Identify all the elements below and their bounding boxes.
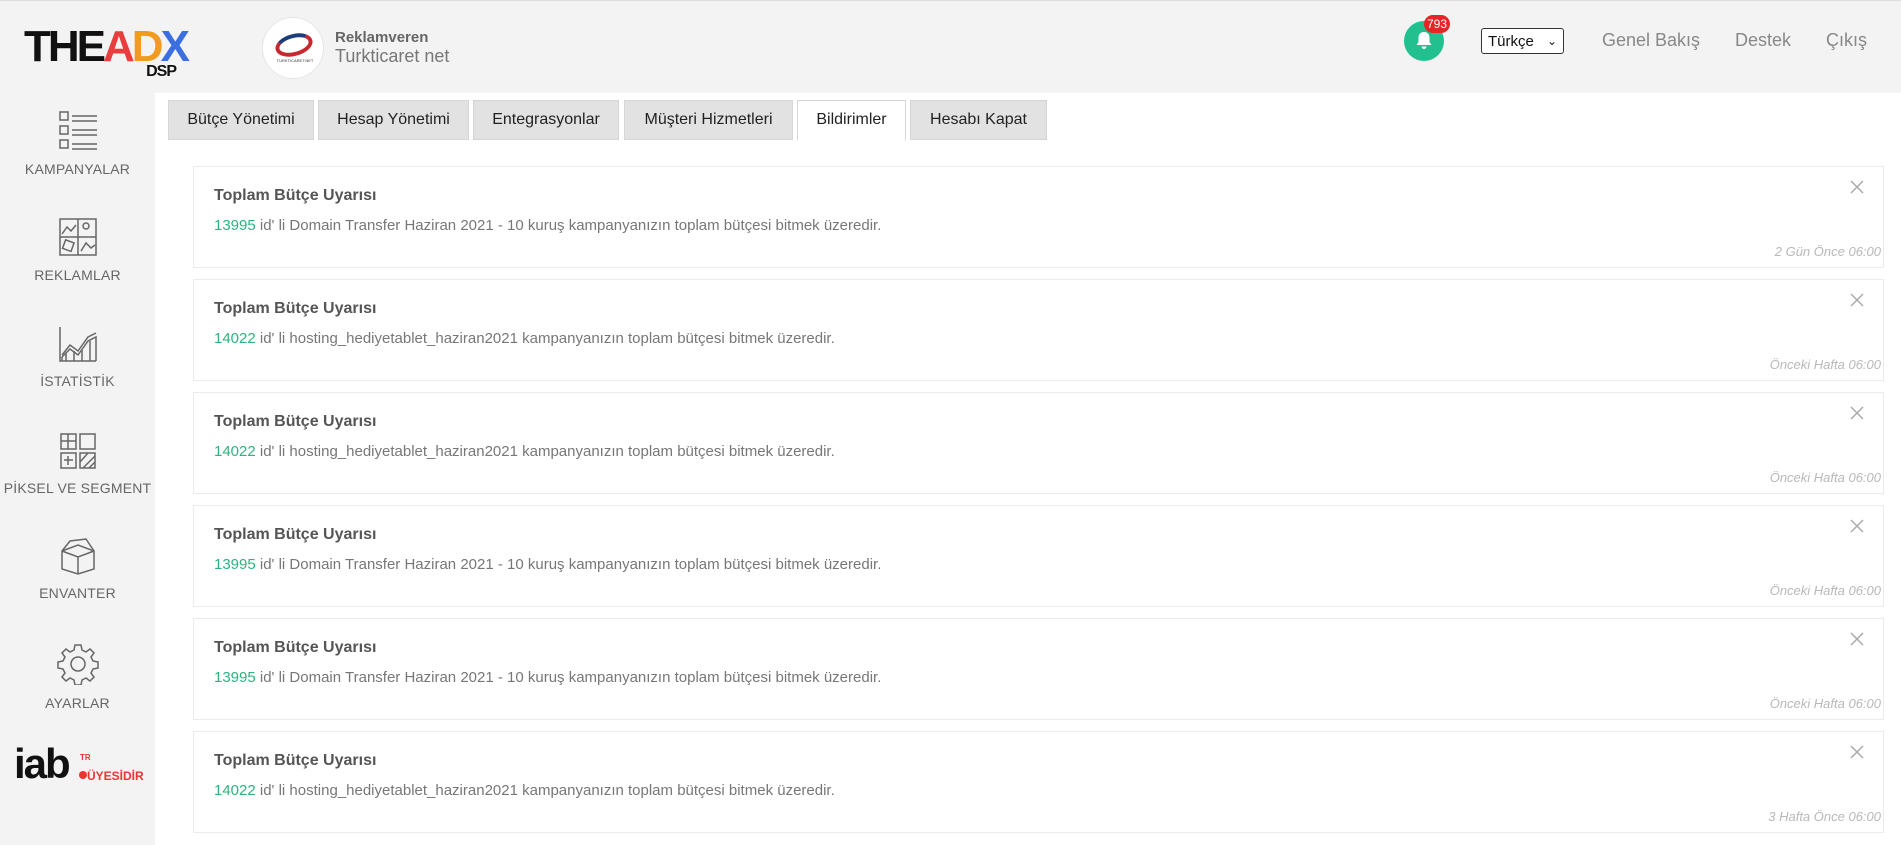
- iab-word: iab: [14, 740, 71, 787]
- notification-card: Toplam Bütçe Uyarısı 14022 id' li hostin…: [193, 392, 1884, 494]
- notification-time: 3 Hafta Önce 06:00: [1768, 809, 1881, 824]
- notification-text: id' li hosting_hediyetablet_haziran2021 …: [255, 330, 835, 347]
- sidebar-item-inventory[interactable]: ENVANTER: [0, 537, 155, 601]
- notification-time: 2 Gün Önce 06:00: [1774, 244, 1881, 259]
- sidebar: KAMPANYALAR REKLAMLAR İSTATİSTİK PİKSEL …: [0, 93, 155, 845]
- notification-message: 14022 id' li hosting_hediyetablet_hazira…: [214, 330, 835, 347]
- theadx-logo[interactable]: THEADX DSP: [24, 25, 204, 81]
- campaign-id-link[interactable]: 13995: [214, 669, 256, 686]
- close-icon[interactable]: [1849, 518, 1865, 534]
- close-icon[interactable]: [1849, 744, 1865, 760]
- sidebar-item-label: REKLAMLAR: [34, 267, 121, 283]
- notification-text: id' li Domain Transfer Haziran 2021 - 10…: [255, 217, 882, 234]
- pixel-segment-icon: [59, 433, 96, 469]
- advertiser-avatar: TURKTICARET.NET: [262, 17, 324, 79]
- notification-title: Toplam Bütçe Uyarısı: [214, 639, 377, 656]
- tab-notifications[interactable]: Bildirimler: [797, 100, 906, 141]
- close-icon[interactable]: [1849, 292, 1865, 308]
- notification-card: Toplam Bütçe Uyarısı 14022 id' li hostin…: [193, 279, 1884, 381]
- notification-time: Önceki Hafta 06:00: [1769, 583, 1881, 598]
- campaign-id-link[interactable]: 13995: [214, 217, 256, 234]
- box-icon: [60, 538, 95, 575]
- notification-card: Toplam Bütçe Uyarısı 13995 id' li Domain…: [193, 505, 1884, 607]
- notification-title: Toplam Bütçe Uyarısı: [214, 300, 377, 317]
- notification-time: Önceki Hafta 06:00: [1769, 470, 1881, 485]
- notification-text: id' li hosting_hediyetablet_haziran2021 …: [255, 443, 835, 460]
- close-icon[interactable]: [1849, 631, 1865, 647]
- sidebar-item-label: ENVANTER: [39, 585, 116, 601]
- notification-text: id' li Domain Transfer Haziran 2021 - 10…: [255, 669, 882, 686]
- advertiser-label: Reklamveren: [335, 29, 429, 46]
- chevron-down-icon: ⌄: [1546, 34, 1557, 48]
- iab-member-text: ÜYESİDİR: [87, 769, 144, 783]
- nav-logout-link[interactable]: Çıkış: [1826, 30, 1867, 51]
- notification-time: Önceki Hafta 06:00: [1769, 357, 1881, 372]
- iab-member-logo: iab TR ÜYESİDİR: [14, 743, 144, 793]
- bell-icon: [1416, 32, 1432, 49]
- notification-count-badge: 793: [1424, 15, 1451, 33]
- advertiser-logo-swirl: [272, 29, 316, 61]
- chart-icon: [58, 327, 97, 362]
- notification-title: Toplam Bütçe Uyarısı: [214, 526, 377, 543]
- close-icon[interactable]: [1849, 179, 1865, 195]
- sidebar-item-label: KAMPANYALAR: [24, 161, 131, 177]
- iab-dot: [79, 771, 87, 779]
- main-content: Bütçe Yönetimi Hesap Yönetimi Entegrasyo…: [155, 93, 1901, 845]
- notification-text: id' li hosting_hediyetablet_haziran2021 …: [255, 782, 835, 799]
- notification-card: Toplam Bütçe Uyarısı 13995 id' li Domain…: [193, 618, 1884, 720]
- sidebar-item-label: AYARLAR: [45, 695, 110, 711]
- top-header: THEADX DSP TURKTICARET.NET Reklamveren T…: [0, 0, 1901, 93]
- campaign-id-link[interactable]: 14022: [214, 782, 256, 799]
- tab-close-account[interactable]: Hesabı Kapat: [910, 100, 1047, 140]
- tab-integrations[interactable]: Entegrasyonlar: [473, 100, 619, 140]
- notification-message: 13995 id' li Domain Transfer Haziran 202…: [214, 217, 881, 234]
- list-icon: [58, 111, 97, 150]
- campaign-id-link[interactable]: 13995: [214, 556, 256, 573]
- tab-account-management[interactable]: Hesap Yönetimi: [318, 100, 469, 140]
- campaign-id-link[interactable]: 14022: [214, 330, 256, 347]
- nav-overview-link[interactable]: Genel Bakış: [1602, 30, 1700, 51]
- sidebar-item-pixel-segment[interactable]: PİKSEL VE SEGMENT: [0, 432, 155, 496]
- language-selected: Türkçe: [1488, 33, 1534, 50]
- gear-icon: [56, 644, 99, 685]
- notification-time: Önceki Hafta 06:00: [1769, 696, 1881, 711]
- image-grid-icon: [58, 218, 97, 256]
- notification-card: Toplam Bütçe Uyarısı 13995 id' li Domain…: [193, 166, 1884, 268]
- notification-message: 14022 id' li hosting_hediyetablet_hazira…: [214, 782, 835, 799]
- campaign-id-link[interactable]: 14022: [214, 443, 256, 460]
- advertiser-logo-caption: TURKTICARET.NET: [276, 58, 314, 63]
- logo-sub: DSP: [146, 63, 177, 80]
- tab-customer-services[interactable]: Müşteri Hizmetleri: [624, 100, 793, 140]
- sidebar-item-settings[interactable]: AYARLAR: [0, 643, 155, 711]
- sidebar-item-label: PİKSEL VE SEGMENT: [3, 480, 152, 496]
- tab-budget-management[interactable]: Bütçe Yönetimi: [168, 100, 314, 140]
- notification-message: 14022 id' li hosting_hediyetablet_hazira…: [214, 443, 835, 460]
- sidebar-item-statistics[interactable]: İSTATİSTİK: [0, 325, 155, 389]
- iab-country: TR: [80, 753, 91, 762]
- notification-title: Toplam Bütçe Uyarısı: [214, 413, 377, 430]
- notification-message: 13995 id' li Domain Transfer Haziran 202…: [214, 669, 881, 686]
- nav-support-link[interactable]: Destek: [1735, 30, 1791, 51]
- close-icon[interactable]: [1849, 405, 1865, 421]
- notification-title: Toplam Bütçe Uyarısı: [214, 187, 377, 204]
- sidebar-item-label: İSTATİSTİK: [40, 373, 115, 389]
- advertiser-name: Turkticaret net: [335, 46, 450, 66]
- notification-text: id' li Domain Transfer Haziran 2021 - 10…: [255, 556, 882, 573]
- sidebar-item-campaigns[interactable]: KAMPANYALAR: [0, 109, 155, 177]
- notification-title: Toplam Bütçe Uyarısı: [214, 752, 377, 769]
- notification-card: Toplam Bütçe Uyarısı 14022 id' li hostin…: [193, 731, 1884, 833]
- language-select[interactable]: Türkçe ⌄: [1481, 28, 1564, 54]
- logo-wordmark: THEADX: [24, 22, 190, 71]
- sidebar-item-ads[interactable]: REKLAMLAR: [0, 217, 155, 283]
- notification-message: 13995 id' li Domain Transfer Haziran 202…: [214, 556, 881, 573]
